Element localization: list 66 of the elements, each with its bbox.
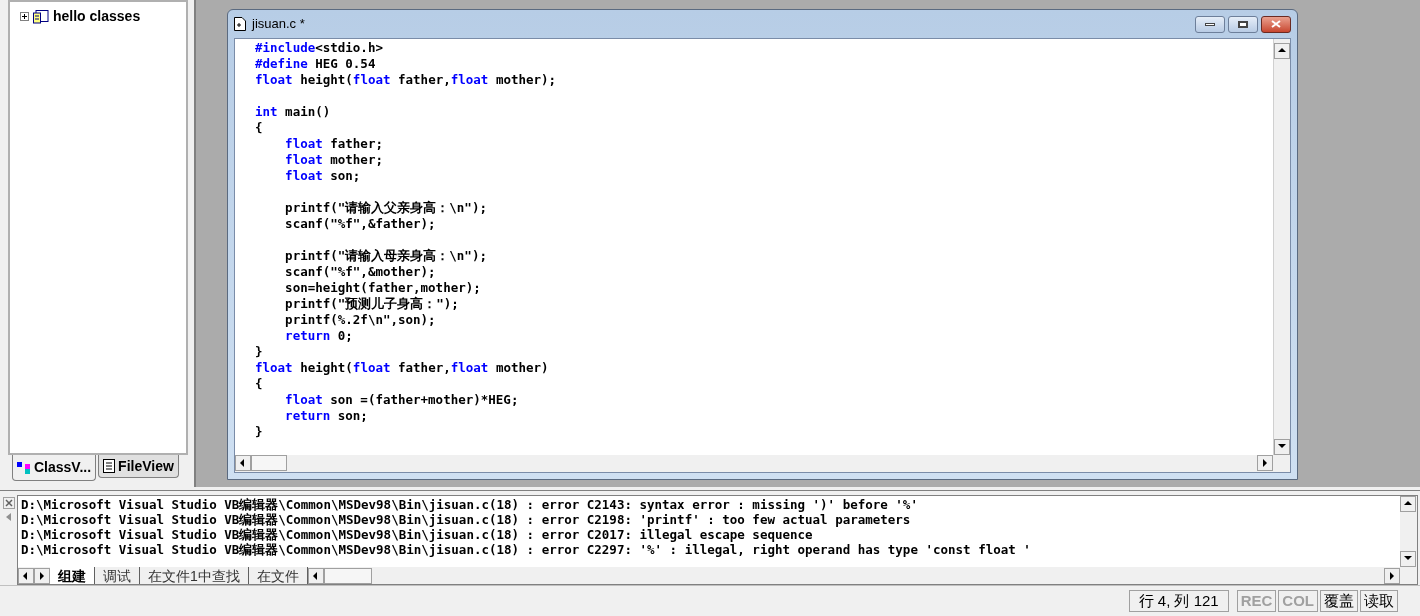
vertical-scrollbar[interactable] <box>1400 496 1417 567</box>
scroll-up-button[interactable] <box>1400 496 1416 512</box>
scroll-thumb[interactable] <box>323 567 372 584</box>
vertical-scrollbar[interactable] <box>1273 39 1290 455</box>
document-icon <box>234 17 246 31</box>
maximize-icon <box>1238 20 1248 28</box>
scroll-thumb[interactable] <box>251 455 287 471</box>
classes-icon <box>33 9 49 24</box>
scroll-down-button[interactable] <box>1400 551 1416 567</box>
code-line: scanf("%f",&mother); <box>284 264 436 280</box>
class-view-icon <box>17 461 31 474</box>
code-line: { <box>255 376 263 392</box>
code-line: #include<stdio.h> <box>255 40 383 56</box>
output-line[interactable]: D:\Microsoft Visual Studio VB编辑器\Common\MSDev98\Bin\jisuan.c(18) : error C2143: syntax error : missing ')' before '%' <box>21 497 918 512</box>
status-indicator: 覆盖 <box>1320 590 1358 612</box>
close-button[interactable] <box>1261 15 1291 33</box>
code-line: return son; <box>284 408 368 424</box>
code-line: float height(float father,float mother) <box>255 360 549 376</box>
close-icon <box>1271 20 1281 28</box>
output-line[interactable]: D:\Microsoft Visual Studio VB编辑器\Common\MSDev98\Bin\jisuan.c(18) : error C2198: 'printf' : too few actual parameters <box>21 512 911 527</box>
code-line: return 0; <box>284 328 353 344</box>
tab-scroll-right-button[interactable] <box>34 567 50 584</box>
window-title: jisuan.c * <box>252 15 305 34</box>
scroll-right-button[interactable] <box>1257 455 1273 471</box>
code-line: scanf("%f",&father); <box>284 216 436 232</box>
tree-item-label[interactable]: hello classes <box>53 6 141 27</box>
status-indicator: REC <box>1236 590 1277 612</box>
caret-right-icon <box>1260 458 1270 468</box>
code-line: printf("请输入母亲身高：\n"); <box>284 248 487 264</box>
horizontal-scrollbar[interactable] <box>235 455 1273 472</box>
status-indicator: COL <box>1278 590 1318 612</box>
scroll-down-button[interactable] <box>1274 439 1290 455</box>
minimize-button[interactable] <box>1195 15 1225 33</box>
output-line[interactable]: D:\Microsoft Visual Studio VB编辑器\Common\MSDev98\Bin\jisuan.c(18) : error C2017: illegal escape sequence <box>21 527 813 542</box>
code-line: } <box>255 344 263 360</box>
code-line: #define HEG 0.54 <box>255 56 376 72</box>
code-line: printf(%.2f\n",son); <box>284 312 436 328</box>
output-tab[interactable]: 组建 <box>50 567 95 584</box>
tab-scroll-left-button[interactable] <box>18 567 34 584</box>
scroll-up-button[interactable] <box>1274 43 1290 59</box>
caret-right-icon <box>1387 570 1397 581</box>
output-line[interactable]: D:\Microsoft Visual Studio VB编辑器\Common\MSDev98\Bin\jisuan.c(18) : error C2297: '%' : illegal, right operand has type 'const float ' <box>21 542 1031 557</box>
maximize-button[interactable] <box>1228 15 1258 33</box>
status-indicator: 行 4, 列 121 <box>1128 590 1229 612</box>
code-line: } <box>255 424 263 440</box>
code-line: { <box>255 120 263 136</box>
close-button[interactable] <box>3 497 15 509</box>
minimize-icon <box>1205 22 1215 26</box>
code-line: son=height(father,mother); <box>284 280 481 296</box>
code-line: float son; <box>284 168 361 184</box>
scroll-left-button[interactable] <box>235 455 251 471</box>
code-line: float son =(father+mother)*HEG; <box>284 392 519 408</box>
workspace-tab[interactable]: ClassV... <box>12 455 97 481</box>
workspace-tab[interactable]: FileView <box>98 455 179 478</box>
code-line: printf("请输入父亲身高：\n"); <box>284 200 487 216</box>
code-line: float height(float father,float mother); <box>255 72 557 88</box>
code-line: float father; <box>284 136 383 152</box>
caret-right-icon <box>37 570 47 581</box>
code-line: printf("预测儿子身高："); <box>284 296 459 312</box>
scroll-right-button[interactable] <box>1384 567 1400 584</box>
expand-icon[interactable] <box>20 12 29 21</box>
close-icon <box>5 499 13 507</box>
document-icon <box>103 459 116 473</box>
code-line: float mother; <box>284 152 383 168</box>
code-line: int main() <box>255 104 331 120</box>
status-indicator: 读取 <box>1360 590 1398 612</box>
